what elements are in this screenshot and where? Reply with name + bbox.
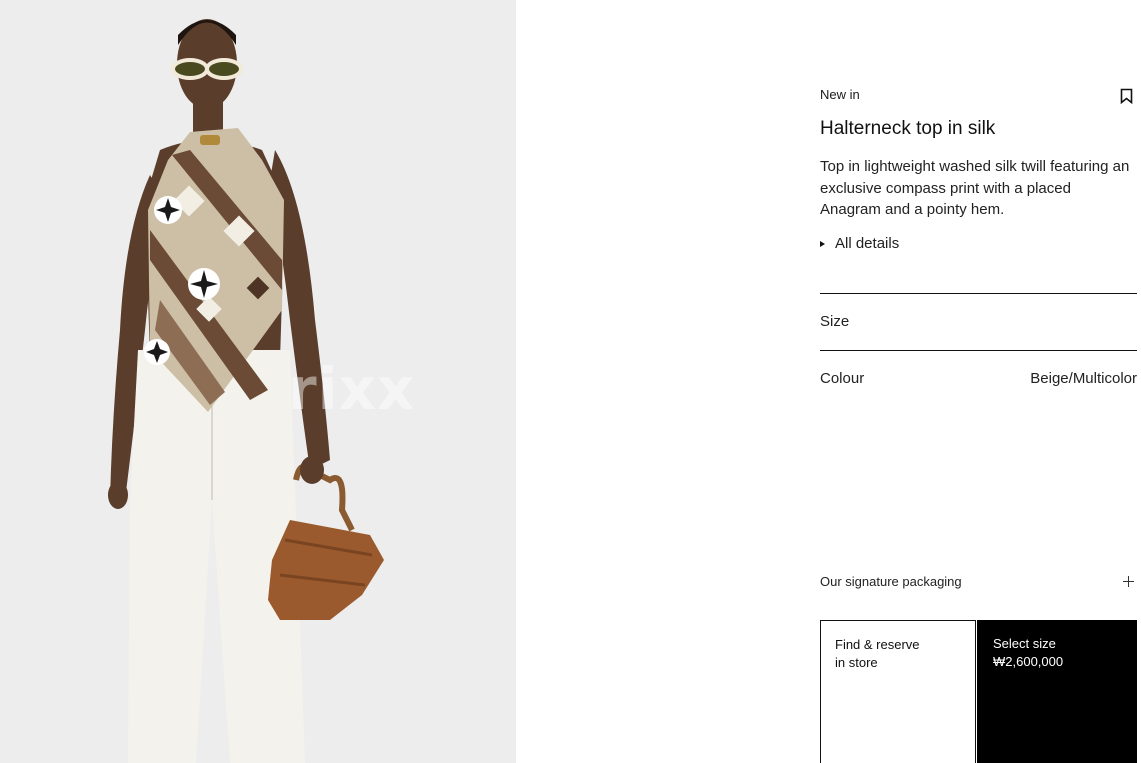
store-button-text: Find & reserve in store bbox=[835, 636, 945, 672]
store-line-2: in store bbox=[835, 655, 878, 670]
watermark-text: rixx bbox=[288, 355, 416, 423]
find-reserve-in-store-button[interactable]: Find & reserve in store bbox=[820, 620, 976, 763]
colour-label: Colour bbox=[820, 370, 865, 387]
packaging-label: Our signature packaging bbox=[820, 574, 962, 589]
store-line-1: Find & reserve bbox=[835, 637, 920, 652]
product-title: Halterneck top in silk bbox=[820, 118, 996, 139]
model-illustration bbox=[0, 0, 516, 763]
size-label: Size bbox=[820, 313, 850, 330]
plus-icon bbox=[1123, 576, 1134, 587]
size-selector[interactable]: Size bbox=[820, 294, 1137, 350]
price: ₩2,600,000 bbox=[993, 654, 1064, 669]
divider bbox=[820, 350, 1137, 351]
all-details-label: All details bbox=[835, 235, 900, 252]
new-in-badge: New in bbox=[820, 87, 860, 102]
select-size-button[interactable]: Select size ₩2,600,000 bbox=[977, 620, 1137, 763]
bookmark-icon[interactable] bbox=[1120, 88, 1133, 104]
product-photo[interactable]: rixx bbox=[0, 0, 516, 763]
product-description: Top in lightweight washed silk twill fea… bbox=[820, 158, 1130, 218]
select-size-label: Select size bbox=[993, 636, 1056, 651]
signature-packaging-accordion[interactable]: Our signature packaging bbox=[820, 574, 1137, 592]
product-info-panel: New in Halterneck top in silk Top in lig… bbox=[820, 0, 1137, 763]
all-details-toggle[interactable]: All details bbox=[820, 235, 899, 252]
triangle-right-icon bbox=[820, 240, 825, 247]
colour-value: Beige/Multicolor bbox=[1030, 370, 1137, 387]
